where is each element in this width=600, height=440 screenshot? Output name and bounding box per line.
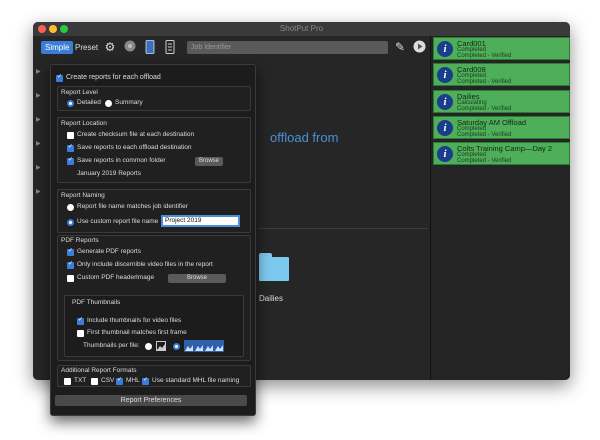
queue-item-detail: Completed - Verified (457, 53, 512, 59)
custom-header-checkbox[interactable] (67, 275, 74, 282)
thumbnails-per-file-label: Thumbnails per file: (83, 342, 140, 349)
section-heading: Report Level (61, 89, 98, 96)
summary-radio[interactable] (105, 100, 112, 107)
additional-formats-section: Additional Report Formats TXT CSV MHL Us… (57, 365, 251, 387)
generate-pdf-label: Generate PDF reports (77, 248, 141, 255)
summary-label: Summary (115, 99, 143, 106)
queue-item-detail: Completed - Verified (457, 132, 512, 138)
simple-mode-button[interactable]: Simple (41, 41, 74, 54)
section-heading: Report Location (61, 120, 107, 127)
multiple-thumbnails-radio[interactable] (173, 343, 180, 350)
section-heading: Report Naming (61, 192, 105, 199)
queue-item[interactable]: i Colts Training Camp—Day 2 Completed Co… (433, 142, 570, 165)
pdf-reports-section: PDF Reports Generate PDF reports Only in… (57, 235, 251, 361)
save-each-label: Save reports to each offload destination (77, 144, 192, 151)
info-icon[interactable]: i (437, 146, 453, 162)
pdf-thumbnails-section: PDF Thumbnails Include thumbnails for vi… (64, 295, 244, 357)
custom-header-label: Custom PDF header (77, 274, 137, 281)
disclosure-arrow-icon[interactable]: ▶ (36, 116, 41, 123)
only-video-checkbox[interactable] (67, 260, 74, 269)
generate-pdf-checkbox[interactable] (67, 247, 74, 256)
report-document-icon[interactable] (163, 40, 177, 54)
disclosure-arrow-icon[interactable]: ▶ (36, 164, 41, 171)
offload-queue: i Card001 Completed Completed - Verified… (430, 36, 570, 380)
queue-item-detail: Completed - Verified (457, 106, 512, 112)
globe-icon[interactable] (123, 40, 137, 54)
disclosure-arrow-icon[interactable]: ▶ (36, 188, 41, 195)
queue-item-detail: Completed - Verified (457, 79, 512, 85)
save-common-label: Save reports in common folder (77, 157, 166, 164)
first-frame-label: First thumbnail matches first frame (87, 329, 187, 336)
create-reports-checkbox[interactable] (56, 73, 63, 82)
save-common-checkbox[interactable] (67, 156, 74, 165)
section-heading: Additional Report Formats (61, 367, 137, 374)
csv-checkbox[interactable] (91, 378, 98, 385)
info-icon[interactable]: i (437, 94, 453, 110)
image-label: Image (136, 274, 155, 281)
section-heading: PDF Thumbnails (72, 299, 121, 306)
custom-name-input[interactable]: Project 2019 (161, 215, 240, 227)
start-offload-button[interactable] (412, 40, 426, 54)
custom-name-radio[interactable] (67, 219, 74, 226)
include-thumbnails-checkbox[interactable] (77, 316, 84, 325)
preset-mode-button[interactable]: Preset (71, 41, 102, 54)
folder-icon[interactable] (259, 253, 289, 281)
txt-checkbox[interactable] (64, 378, 71, 385)
custom-name-label: Use custom report file name (77, 218, 159, 225)
queue-item[interactable]: i Card001 Completed Completed - Verified (433, 37, 570, 60)
single-thumbnail-radio[interactable] (145, 343, 152, 350)
report-location-section: Report Location Create checksum file at … (57, 117, 251, 183)
info-icon[interactable]: i (437, 41, 453, 57)
include-thumbnails-label: Include thumbnails for video files (87, 317, 182, 324)
disclosure-arrow-icon[interactable]: ▶ (36, 92, 41, 99)
detailed-label: Detailed (77, 99, 101, 106)
only-video-label: Only include discernible video files in … (77, 261, 213, 268)
section-heading: PDF Reports (61, 237, 99, 244)
window-title: ShotPut Pro (279, 24, 324, 33)
standard-mhl-checkbox[interactable] (142, 376, 149, 385)
info-icon[interactable]: i (437, 120, 453, 136)
single-image-icon (156, 341, 166, 353)
device-icon[interactable] (143, 40, 157, 54)
checksum-checkbox[interactable] (67, 132, 74, 139)
folder-label: Dailies (259, 294, 284, 303)
toolbar: Simple Preset ⚙ Job Identifier ✎ (33, 36, 430, 58)
common-folder-name: January 2019 Reports (77, 170, 141, 177)
queue-item-detail: Completed - Verified (457, 158, 512, 164)
queue-item[interactable]: i Card008 Completed Completed - Verified (433, 63, 570, 86)
report-preferences-button[interactable]: Report Preferences (55, 395, 247, 406)
title-bar: ShotPut Pro (33, 22, 570, 36)
txt-label: TXT (74, 377, 87, 384)
queue-item[interactable]: i Dailies Calculating Completed - Verifi… (433, 90, 570, 113)
queue-item[interactable]: i Saturday AM Offload Completed Complete… (433, 116, 570, 139)
mhl-checkbox[interactable] (116, 376, 123, 385)
matches-job-radio[interactable] (67, 204, 74, 211)
checksum-label: Create checksum file at each destination (77, 131, 195, 138)
standard-mhl-label: Use standard MHL file naming (152, 377, 240, 384)
disclosure-arrow-icon[interactable]: ▶ (36, 68, 41, 75)
info-icon[interactable]: i (437, 67, 453, 83)
create-reports-label: Create reports for each offload (66, 74, 161, 81)
first-frame-checkbox[interactable] (77, 330, 84, 337)
divider (258, 228, 428, 229)
csv-label: CSV (101, 377, 115, 384)
browse-button[interactable]: Browse (195, 157, 223, 166)
detailed-radio[interactable] (67, 100, 74, 107)
job-identifier-input[interactable]: Job Identifier (187, 41, 388, 54)
report-naming-section: Report Naming Report file name matches j… (57, 189, 251, 233)
mhl-label: MHL (126, 377, 140, 384)
disclosure-arrow-icon[interactable]: ▶ (36, 140, 41, 147)
report-preferences-popover: Create reports for each offload Report L… (50, 64, 256, 416)
header-browse-button[interactable]: Browse (168, 274, 226, 283)
gear-icon[interactable]: ⚙ (103, 40, 117, 54)
offload-prompt: offload from (270, 130, 339, 145)
report-level-section: Report Level Detailed Summary (57, 86, 251, 111)
thumbnail-strip-icon (184, 340, 224, 354)
matches-job-label: Report file name matches job identifier (77, 203, 188, 210)
pencil-icon[interactable]: ✎ (393, 40, 407, 54)
save-each-checkbox[interactable] (67, 143, 74, 152)
